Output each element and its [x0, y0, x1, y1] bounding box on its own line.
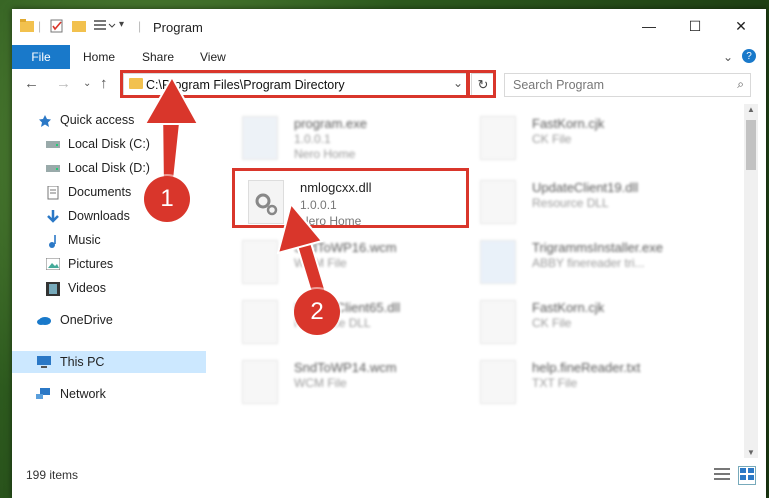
step-1-badge: 1 [144, 176, 190, 222]
arrow-1 [143, 74, 200, 190]
annotation-arrows [143, 74, 330, 307]
explorer-window: | ▾ | Program — ☐ ✕ File Home Share View… [12, 9, 766, 498]
step-2-badge: 2 [294, 289, 340, 335]
